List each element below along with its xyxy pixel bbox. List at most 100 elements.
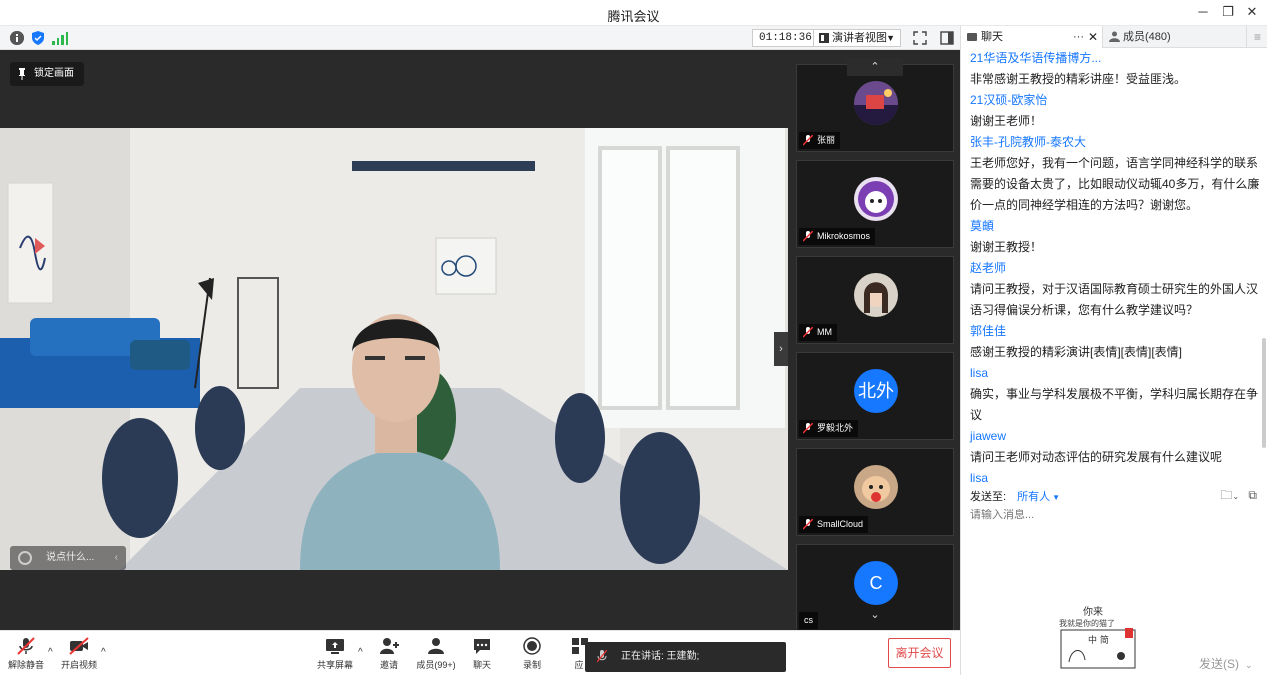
chevron-up-icon[interactable]: ^ [101, 647, 106, 658]
unmute-button[interactable]: 解除静音 [8, 637, 44, 671]
record-button[interactable]: 录制 [520, 637, 544, 671]
chat-sender: lisa [970, 366, 989, 380]
close-icon[interactable]: ✕ [1088, 26, 1098, 48]
mic-muted-icon [17, 637, 35, 655]
lock-view-button[interactable]: 锁定画面 [10, 62, 84, 86]
speaker-video[interactable] [0, 128, 788, 570]
info-icon[interactable] [10, 31, 24, 45]
sticker-text-top: 你来 [1083, 605, 1103, 618]
share-screen-label: 共享屏幕 [317, 660, 354, 670]
meeting-toolbar: 解除静音 ^ 开启视频 ^ 共享屏幕 ^ 邀请 成员(99+) 聊天 录制 应 … [0, 630, 960, 675]
folder-icon[interactable]: 🗀 [1220, 488, 1232, 502]
chat-sender: 莫頔 [970, 219, 995, 233]
lock-view-label: 锁定画面 [34, 68, 74, 79]
restore-icon[interactable]: ❐ [1219, 4, 1237, 20]
avatar: 北外 [854, 369, 898, 413]
speaker-video-frame [0, 128, 788, 570]
close-icon[interactable]: ✕ [1243, 4, 1261, 20]
shield-icon[interactable] [31, 31, 45, 45]
chat-message-text: 请问王教授，对于汉语国际教育硕士研究生的外国人汉 [970, 282, 1259, 296]
meeting-window: 腾讯会议 ─ ❐ ✕ 01:18:36 演讲者视图 ▼ 锁定画面 说点什么...… [0, 0, 1267, 675]
chevron-left-icon[interactable]: ‹ [115, 546, 118, 570]
signal-icon[interactable] [52, 31, 68, 45]
chat-messages[interactable]: 21华语及华语传播博方... 非常感谢王教授的精彩讲座！受益匪浅。 21汉硕-欧家怡… [961, 48, 1261, 482]
title-bar: 腾讯会议 ─ ❐ ✕ [0, 0, 1267, 26]
invite-button[interactable]: 邀请 [377, 637, 401, 671]
record-icon [523, 637, 541, 655]
decorative-sticker: 你来 我就是你的猫了 中 简 [1055, 604, 1141, 670]
chat-message-text: 议 [970, 408, 983, 422]
screenshot-icon[interactable]: ⧉ [1248, 488, 1257, 502]
invite-label: 邀请 [379, 660, 398, 670]
chat-message-text: 王老师您好，我有一个问题，语言学同神经科学的联系 [970, 156, 1259, 170]
scroll-down-button[interactable]: ⌄ [847, 606, 903, 624]
mic-muted-icon [803, 327, 813, 338]
participant-tile[interactable]: 北外 罗毅北外 [796, 352, 954, 440]
chat-icon [474, 639, 490, 654]
share-screen-button[interactable]: 共享屏幕 [317, 637, 353, 671]
more-icon[interactable]: ··· [1073, 26, 1084, 48]
view-mode-label: 演讲者视图 [832, 32, 887, 44]
chat-scrollbar[interactable] [1262, 48, 1267, 482]
mic-muted-icon [803, 135, 813, 146]
sticker-text-sign: 中 简 [1088, 634, 1109, 646]
view-mode-dropdown[interactable]: 演讲者视图 ▼ [813, 29, 901, 47]
send-to-target[interactable]: 所有人 ▼ [1017, 491, 1060, 503]
unmute-label: 解除静音 [8, 660, 45, 670]
participant-tile[interactable]: 张丽 [796, 64, 954, 152]
person-icon [1109, 31, 1120, 42]
add-user-icon [380, 638, 399, 654]
tab-chat[interactable]: 聊天 ··· ✕ [961, 26, 1103, 48]
start-video-button[interactable]: 开启视频 [60, 637, 98, 671]
compose-tools: 🗀⌄ ⧉ [1220, 488, 1257, 502]
chevron-down-icon[interactable]: ⌄ [1245, 660, 1253, 670]
participant-name: SmallCloud [799, 516, 869, 533]
sidebar-toggle-icon[interactable] [940, 31, 954, 45]
chat-message-text: 请问王老师对动态评估的研究发展有什么建议呢 [970, 450, 1223, 464]
tab-members[interactable]: 成员(480) [1105, 26, 1171, 48]
apps-label: 应 [574, 660, 584, 670]
send-button[interactable]: 发送(S) ⌄ [1199, 655, 1253, 672]
participant-tile[interactable]: SmallCloud [796, 448, 954, 536]
send-to-selector[interactable]: 发送至: 所有人 ▼ [970, 488, 1060, 504]
collapse-thumbnails-button[interactable]: › [774, 332, 788, 366]
quick-chat-placeholder: 说点什么... [46, 552, 95, 563]
participant-thumbnails: 张丽 Mikrokosmos MM 北外 罗毅北外 SmallCloud C c… [794, 50, 956, 632]
chat-message-text: 感谢王教授的精彩演讲[表情][表情][表情] [970, 345, 1183, 359]
share-screen-icon [326, 639, 344, 654]
send-to-label: 发送至: [970, 491, 1007, 503]
chevron-up-icon[interactable]: ^ [358, 647, 363, 658]
members-button[interactable]: 成员(99+) [414, 637, 458, 671]
leave-meeting-button[interactable]: 离开会议 [888, 638, 951, 668]
participant-name: Mikrokosmos [799, 228, 876, 245]
fullscreen-icon[interactable] [913, 31, 927, 45]
emoji-icon[interactable] [18, 551, 32, 565]
speaking-indicator: 正在讲话: 王建勤; [585, 642, 786, 672]
scroll-up-button[interactable]: ⌃ [847, 58, 903, 76]
record-label: 录制 [522, 660, 541, 670]
chat-sender: 21汉硕-欧家怡 [970, 93, 1048, 107]
mic-muted-icon [803, 423, 813, 434]
chat-message-text: 谢谢王教授！ [970, 240, 1043, 254]
participant-name: cs [799, 612, 818, 629]
chat-message-text: 需要的设备太贵了，比如眼动仪动辄40多万，有什么廉 [970, 177, 1260, 191]
mic-icon [597, 650, 607, 663]
menu-icon[interactable]: ≡ [1246, 26, 1267, 48]
avatar [854, 465, 898, 509]
chat-panel: 聊天 ··· ✕ 成员(480) ≡ 21华语及华语传播博方... 非常感谢王教授… [960, 26, 1267, 675]
pin-icon [19, 68, 25, 80]
chat-message-text: 确实，事业与学科发展极不平衡，学科归属长期存在争 [970, 387, 1259, 401]
speaking-text: 正在讲话: 王建勤; [621, 651, 700, 662]
speaker-view-icon [819, 33, 829, 43]
chat-message-list: 21华语及华语传播博方... 非常感谢王教授的精彩讲座！受益匪浅。 21汉硕-欧家怡… [970, 48, 1260, 482]
participant-tile[interactable]: MM [796, 256, 954, 344]
chevron-up-icon[interactable]: ^ [48, 647, 53, 658]
chat-button[interactable]: 聊天 [470, 637, 494, 671]
participant-tile[interactable]: Mikrokosmos [796, 160, 954, 248]
minimize-icon[interactable]: ─ [1194, 4, 1212, 19]
start-video-label: 开启视频 [60, 660, 97, 670]
chat-message-text: 谢谢王老师！ [970, 114, 1043, 128]
quick-chat-input[interactable]: 说点什么... ‹ [10, 546, 126, 570]
message-input[interactable] [970, 509, 1260, 521]
chat-sender: jiawew [970, 429, 1007, 443]
